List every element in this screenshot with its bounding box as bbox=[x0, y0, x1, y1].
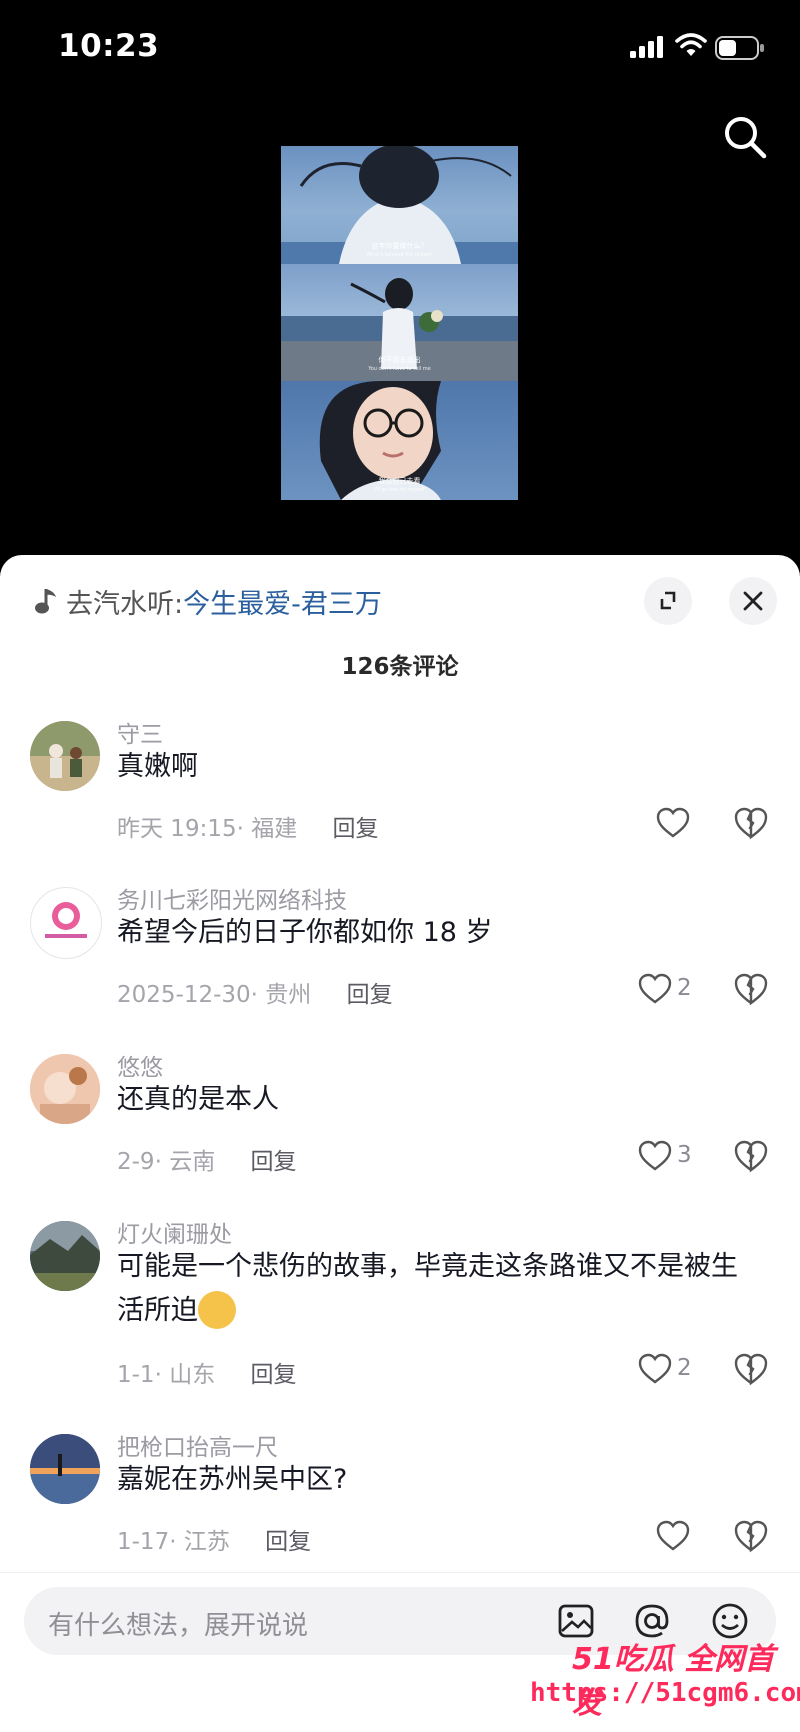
comment-username[interactable]: 悠悠 bbox=[117, 1048, 163, 1082]
heart-icon bbox=[638, 1140, 672, 1171]
comment-text-line2: 活所迫 bbox=[117, 1295, 198, 1326]
comment-location: 江苏 bbox=[183, 1529, 230, 1555]
comment-text-line1: 可能是一个悲伤的故事，毕竟走这条路谁又不是被生 bbox=[117, 1251, 738, 1282]
like-button[interactable]: 3 bbox=[638, 1136, 728, 1176]
comment-time: 1-17 bbox=[117, 1529, 170, 1555]
like-count: 2 bbox=[677, 1355, 692, 1381]
comment-username[interactable]: 务川七彩阳光网络科技 bbox=[117, 881, 347, 915]
dislike-icon[interactable] bbox=[733, 1138, 769, 1174]
heart-icon bbox=[638, 973, 672, 1004]
avatar[interactable] bbox=[30, 721, 100, 791]
expand-icon bbox=[660, 591, 676, 610]
comment-text: 还真的是本人 bbox=[117, 1084, 279, 1115]
dislike-icon[interactable] bbox=[733, 1518, 769, 1554]
reply-button[interactable]: 回复 bbox=[265, 1529, 311, 1555]
avatar[interactable] bbox=[30, 1054, 100, 1124]
comment-text: 希望今后的日子你都如你 18 岁 bbox=[117, 917, 493, 948]
like-button[interactable]: 2 bbox=[638, 969, 728, 1009]
heart-icon bbox=[656, 1520, 690, 1551]
watermark: 51吃瓜 全网首发 https://51cgm6.com bbox=[500, 1632, 800, 1722]
reply-button[interactable]: 回复 bbox=[251, 1149, 297, 1175]
video-frame-2: 你不用去说出 You don't have to tell me bbox=[281, 264, 518, 381]
dislike-icon[interactable] bbox=[733, 971, 769, 1007]
reply-button[interactable]: 回复 bbox=[347, 982, 393, 1008]
avatar-image bbox=[30, 721, 100, 791]
video-frame-3: 我会自己去看 I'll go see for myself bbox=[281, 381, 518, 500]
comment-meta: 1-17· 江苏 回复 bbox=[117, 1529, 312, 1555]
avatar-image bbox=[45, 902, 87, 938]
comment-meta: 昨天 19:15· 福建 回复 bbox=[117, 816, 379, 842]
comment-time: 2025-12-30 bbox=[117, 982, 251, 1008]
comment-time: 2-9 bbox=[117, 1149, 155, 1175]
comment-location: 山东 bbox=[169, 1362, 216, 1388]
avatar[interactable] bbox=[30, 1434, 100, 1504]
sad-face-emoji-icon bbox=[198, 1290, 236, 1329]
close-icon bbox=[743, 591, 763, 611]
wifi-icon bbox=[675, 33, 707, 56]
battery-icon bbox=[715, 36, 764, 60]
status-time: 10:23 bbox=[58, 28, 160, 64]
like-button[interactable]: 2 bbox=[638, 1349, 728, 1389]
comment-location: 云南 bbox=[169, 1149, 216, 1175]
avatar-image bbox=[30, 1054, 100, 1124]
music-title[interactable]: 今生最爱-君三万 bbox=[183, 582, 382, 621]
video-frame-1: 这年你要做什么？ What's beyond the ocean? bbox=[281, 146, 518, 264]
divider bbox=[0, 1572, 800, 1573]
comment-meta: 2-9· 云南 回复 bbox=[117, 1149, 297, 1175]
music-prefix: 去汽水听: bbox=[66, 588, 184, 620]
comment-username[interactable]: 灯火阑珊处 bbox=[117, 1215, 232, 1249]
avatar-image bbox=[30, 1221, 100, 1291]
video-caption-2: 你不用去说出 You don't have to tell me bbox=[368, 356, 431, 372]
avatar[interactable] bbox=[30, 887, 102, 959]
comment-meta: 2025-12-30· 贵州 回复 bbox=[117, 982, 393, 1008]
watermark-url: https://51cgm6.com bbox=[530, 1678, 800, 1708]
music-note-icon bbox=[35, 589, 56, 614]
search-icon[interactable] bbox=[720, 112, 770, 162]
close-button[interactable] bbox=[729, 577, 777, 625]
reply-button[interactable]: 回复 bbox=[333, 816, 379, 842]
video-preview[interactable]: 这年你要做什么？ What's beyond the ocean? 你不用去说出 Y… bbox=[281, 146, 518, 500]
comment-time: 昨天 19:15 bbox=[117, 816, 237, 842]
video-caption-3: 我会自己去看 I'll go see for myself bbox=[374, 477, 425, 493]
comment-text: 可能是一个悲伤的故事，毕竟走这条路谁又不是被生 活所迫 bbox=[117, 1245, 767, 1333]
like-count: 3 bbox=[677, 1142, 692, 1168]
comment-text: 真嫩啊 bbox=[117, 751, 198, 782]
dislike-icon[interactable] bbox=[733, 1351, 769, 1387]
comment-meta: 1-1· 山东 回复 bbox=[117, 1362, 297, 1388]
dislike-icon[interactable] bbox=[733, 805, 769, 841]
comment-location: 贵州 bbox=[265, 982, 312, 1008]
comment-input-placeholder: 有什么想法，展开说说 bbox=[48, 1611, 309, 1641]
video-caption-1: 这年你要做什么？ What's beyond the ocean? bbox=[366, 242, 433, 258]
like-count: 2 bbox=[677, 975, 692, 1001]
heart-icon bbox=[656, 807, 690, 838]
comment-text: 嘉妮在苏州吴中区? bbox=[117, 1464, 348, 1495]
comment-time: 1-1 bbox=[117, 1362, 155, 1388]
expand-button[interactable] bbox=[644, 577, 692, 625]
signal-icon bbox=[630, 36, 663, 58]
comment-location: 福建 bbox=[251, 816, 298, 842]
comment-username[interactable]: 守三 bbox=[117, 715, 163, 749]
comment-count: 126条评论 bbox=[341, 654, 459, 680]
avatar-image bbox=[30, 1434, 100, 1504]
avatar[interactable] bbox=[30, 1221, 100, 1291]
reply-button[interactable]: 回复 bbox=[251, 1362, 297, 1388]
heart-icon bbox=[638, 1353, 672, 1384]
comment-username[interactable]: 把枪口抬高一尺 bbox=[117, 1428, 278, 1462]
status-bar: 10:23 bbox=[0, 0, 800, 100]
comment-sheet: 去汽水听: 今生最爱-君三万 126条评论 守三 真嫩啊 昨天 19:15· 福… bbox=[0, 555, 800, 1732]
music-link[interactable]: 去汽水听: 今生最爱-君三万 bbox=[34, 581, 382, 621]
